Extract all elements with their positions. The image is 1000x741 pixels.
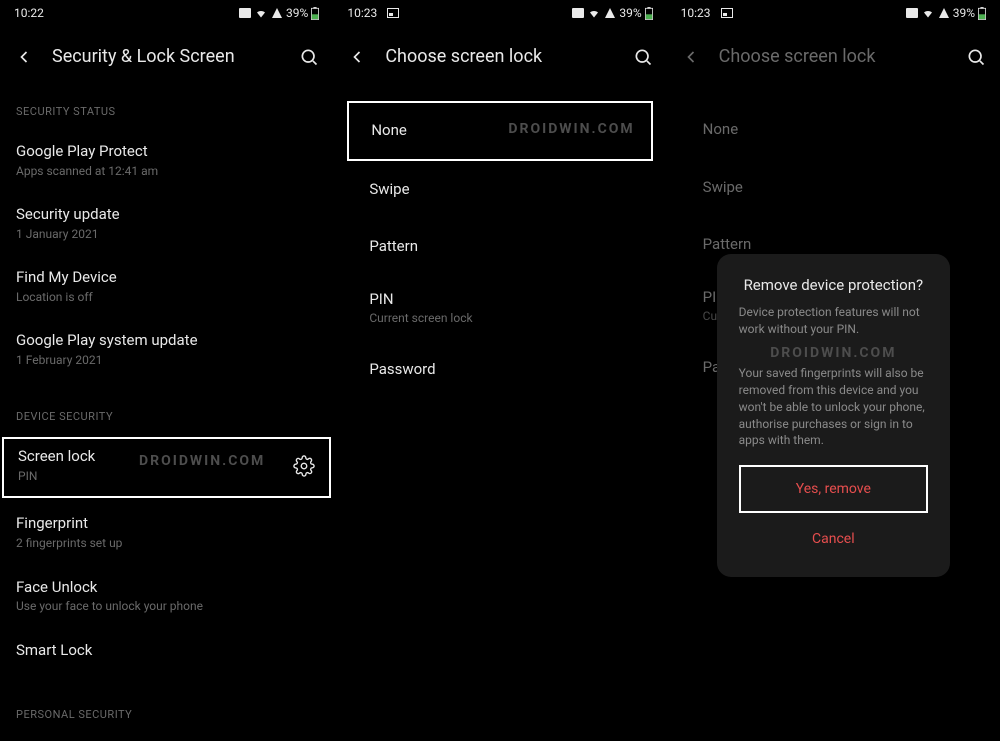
item-smart-lock[interactable]: Smart Lock bbox=[16, 631, 317, 683]
item-subtitle: PIN bbox=[18, 469, 283, 485]
option-title: PIN bbox=[369, 290, 630, 310]
item-face-unlock[interactable]: Face Unlock Use your face to unlock your… bbox=[16, 568, 317, 631]
item-title: Fingerprint bbox=[16, 514, 317, 534]
dialog-overlay[interactable]: Remove device protection? Device protect… bbox=[667, 0, 1000, 741]
gear-icon[interactable] bbox=[293, 455, 315, 477]
item-title: Google Play system update bbox=[16, 331, 317, 351]
remove-protection-dialog: Remove device protection? Device protect… bbox=[717, 254, 950, 577]
dialog-body-1: Device protection features will not work… bbox=[739, 304, 928, 338]
option-title: Password bbox=[369, 360, 630, 380]
item-play-protect[interactable]: Google Play Protect Apps scanned at 12:4… bbox=[16, 132, 317, 195]
battery-percent: 39% bbox=[286, 6, 308, 20]
option-none[interactable]: None DROIDWIN.COM bbox=[347, 101, 652, 161]
item-title: Screen lock bbox=[18, 447, 283, 467]
item-title: Find My Device bbox=[16, 268, 317, 288]
option-subtitle: Current screen lock bbox=[369, 311, 630, 327]
item-system-update[interactable]: Google Play system update 1 February 202… bbox=[16, 321, 317, 384]
yes-remove-button[interactable]: Yes, remove bbox=[739, 465, 928, 513]
vowifi-icon bbox=[572, 8, 584, 18]
status-icons: 39% bbox=[572, 6, 652, 20]
battery-percent: 39% bbox=[619, 6, 641, 20]
section-header-security-status: SECURITY STATUS bbox=[16, 87, 317, 132]
status-time: 10:22 bbox=[14, 6, 44, 20]
search-icon[interactable] bbox=[633, 47, 653, 67]
item-title: Security update bbox=[16, 205, 317, 225]
item-subtitle: 1 January 2021 bbox=[16, 227, 317, 243]
page-title: Security & Lock Screen bbox=[52, 46, 299, 67]
status-icons: 39% bbox=[239, 6, 319, 20]
option-password[interactable]: Password bbox=[369, 341, 630, 399]
item-subtitle: 2 fingerprints set up bbox=[16, 536, 317, 552]
option-title: None bbox=[371, 121, 628, 141]
section-header-personal-security: PERSONAL SECURITY bbox=[16, 682, 317, 735]
item-title: Smart Lock bbox=[16, 641, 317, 661]
option-title: Pattern bbox=[369, 237, 630, 257]
signal-icon bbox=[604, 7, 616, 19]
cancel-button[interactable]: Cancel bbox=[739, 517, 928, 561]
item-find-my-device[interactable]: Find My Device Location is off bbox=[16, 258, 317, 321]
page-title: Choose screen lock bbox=[385, 46, 632, 67]
item-subtitle: Location is off bbox=[16, 290, 317, 306]
item-subtitle: Apps scanned at 12:41 am bbox=[16, 164, 317, 180]
section-header-device-security: DEVICE SECURITY bbox=[16, 384, 317, 437]
option-title: Swipe bbox=[369, 180, 630, 200]
status-time: 10:23 bbox=[347, 6, 377, 20]
dialog-title: Remove device protection? bbox=[739, 276, 928, 294]
status-bar: 10:23 39% bbox=[333, 0, 666, 24]
battery-icon bbox=[311, 7, 319, 20]
item-security-update[interactable]: Security update 1 January 2021 bbox=[16, 195, 317, 258]
option-pin[interactable]: PIN Current screen lock bbox=[369, 276, 630, 341]
wifi-icon bbox=[587, 7, 601, 19]
wifi-icon bbox=[254, 7, 268, 19]
item-title: Face Unlock bbox=[16, 578, 317, 598]
header: Security & Lock Screen bbox=[0, 24, 333, 87]
vowifi-icon bbox=[239, 8, 251, 18]
item-screen-lock[interactable]: Screen lock PIN DROIDWIN.COM bbox=[2, 437, 331, 498]
back-arrow-icon[interactable] bbox=[14, 47, 34, 67]
option-pattern[interactable]: Pattern bbox=[369, 218, 630, 276]
dialog-body-2: Your saved fingerprints will also be rem… bbox=[739, 365, 928, 449]
back-arrow-icon[interactable] bbox=[347, 47, 367, 67]
item-subtitle: Use your face to unlock your phone bbox=[16, 599, 317, 615]
item-subtitle: 1 February 2021 bbox=[16, 353, 317, 369]
item-fingerprint[interactable]: Fingerprint 2 fingerprints set up bbox=[16, 498, 317, 567]
option-swipe[interactable]: Swipe bbox=[369, 161, 630, 219]
watermark: DROIDWIN.COM bbox=[739, 344, 928, 364]
header: Choose screen lock bbox=[333, 24, 666, 87]
item-title: Google Play Protect bbox=[16, 142, 317, 162]
item-emergency-rescue[interactable]: Emergency Rescue Automatically call for … bbox=[16, 735, 317, 741]
image-icon bbox=[387, 8, 399, 18]
battery-icon bbox=[645, 7, 653, 20]
status-bar: 10:22 39% bbox=[0, 0, 333, 24]
signal-icon bbox=[271, 7, 283, 19]
search-icon[interactable] bbox=[299, 47, 319, 67]
